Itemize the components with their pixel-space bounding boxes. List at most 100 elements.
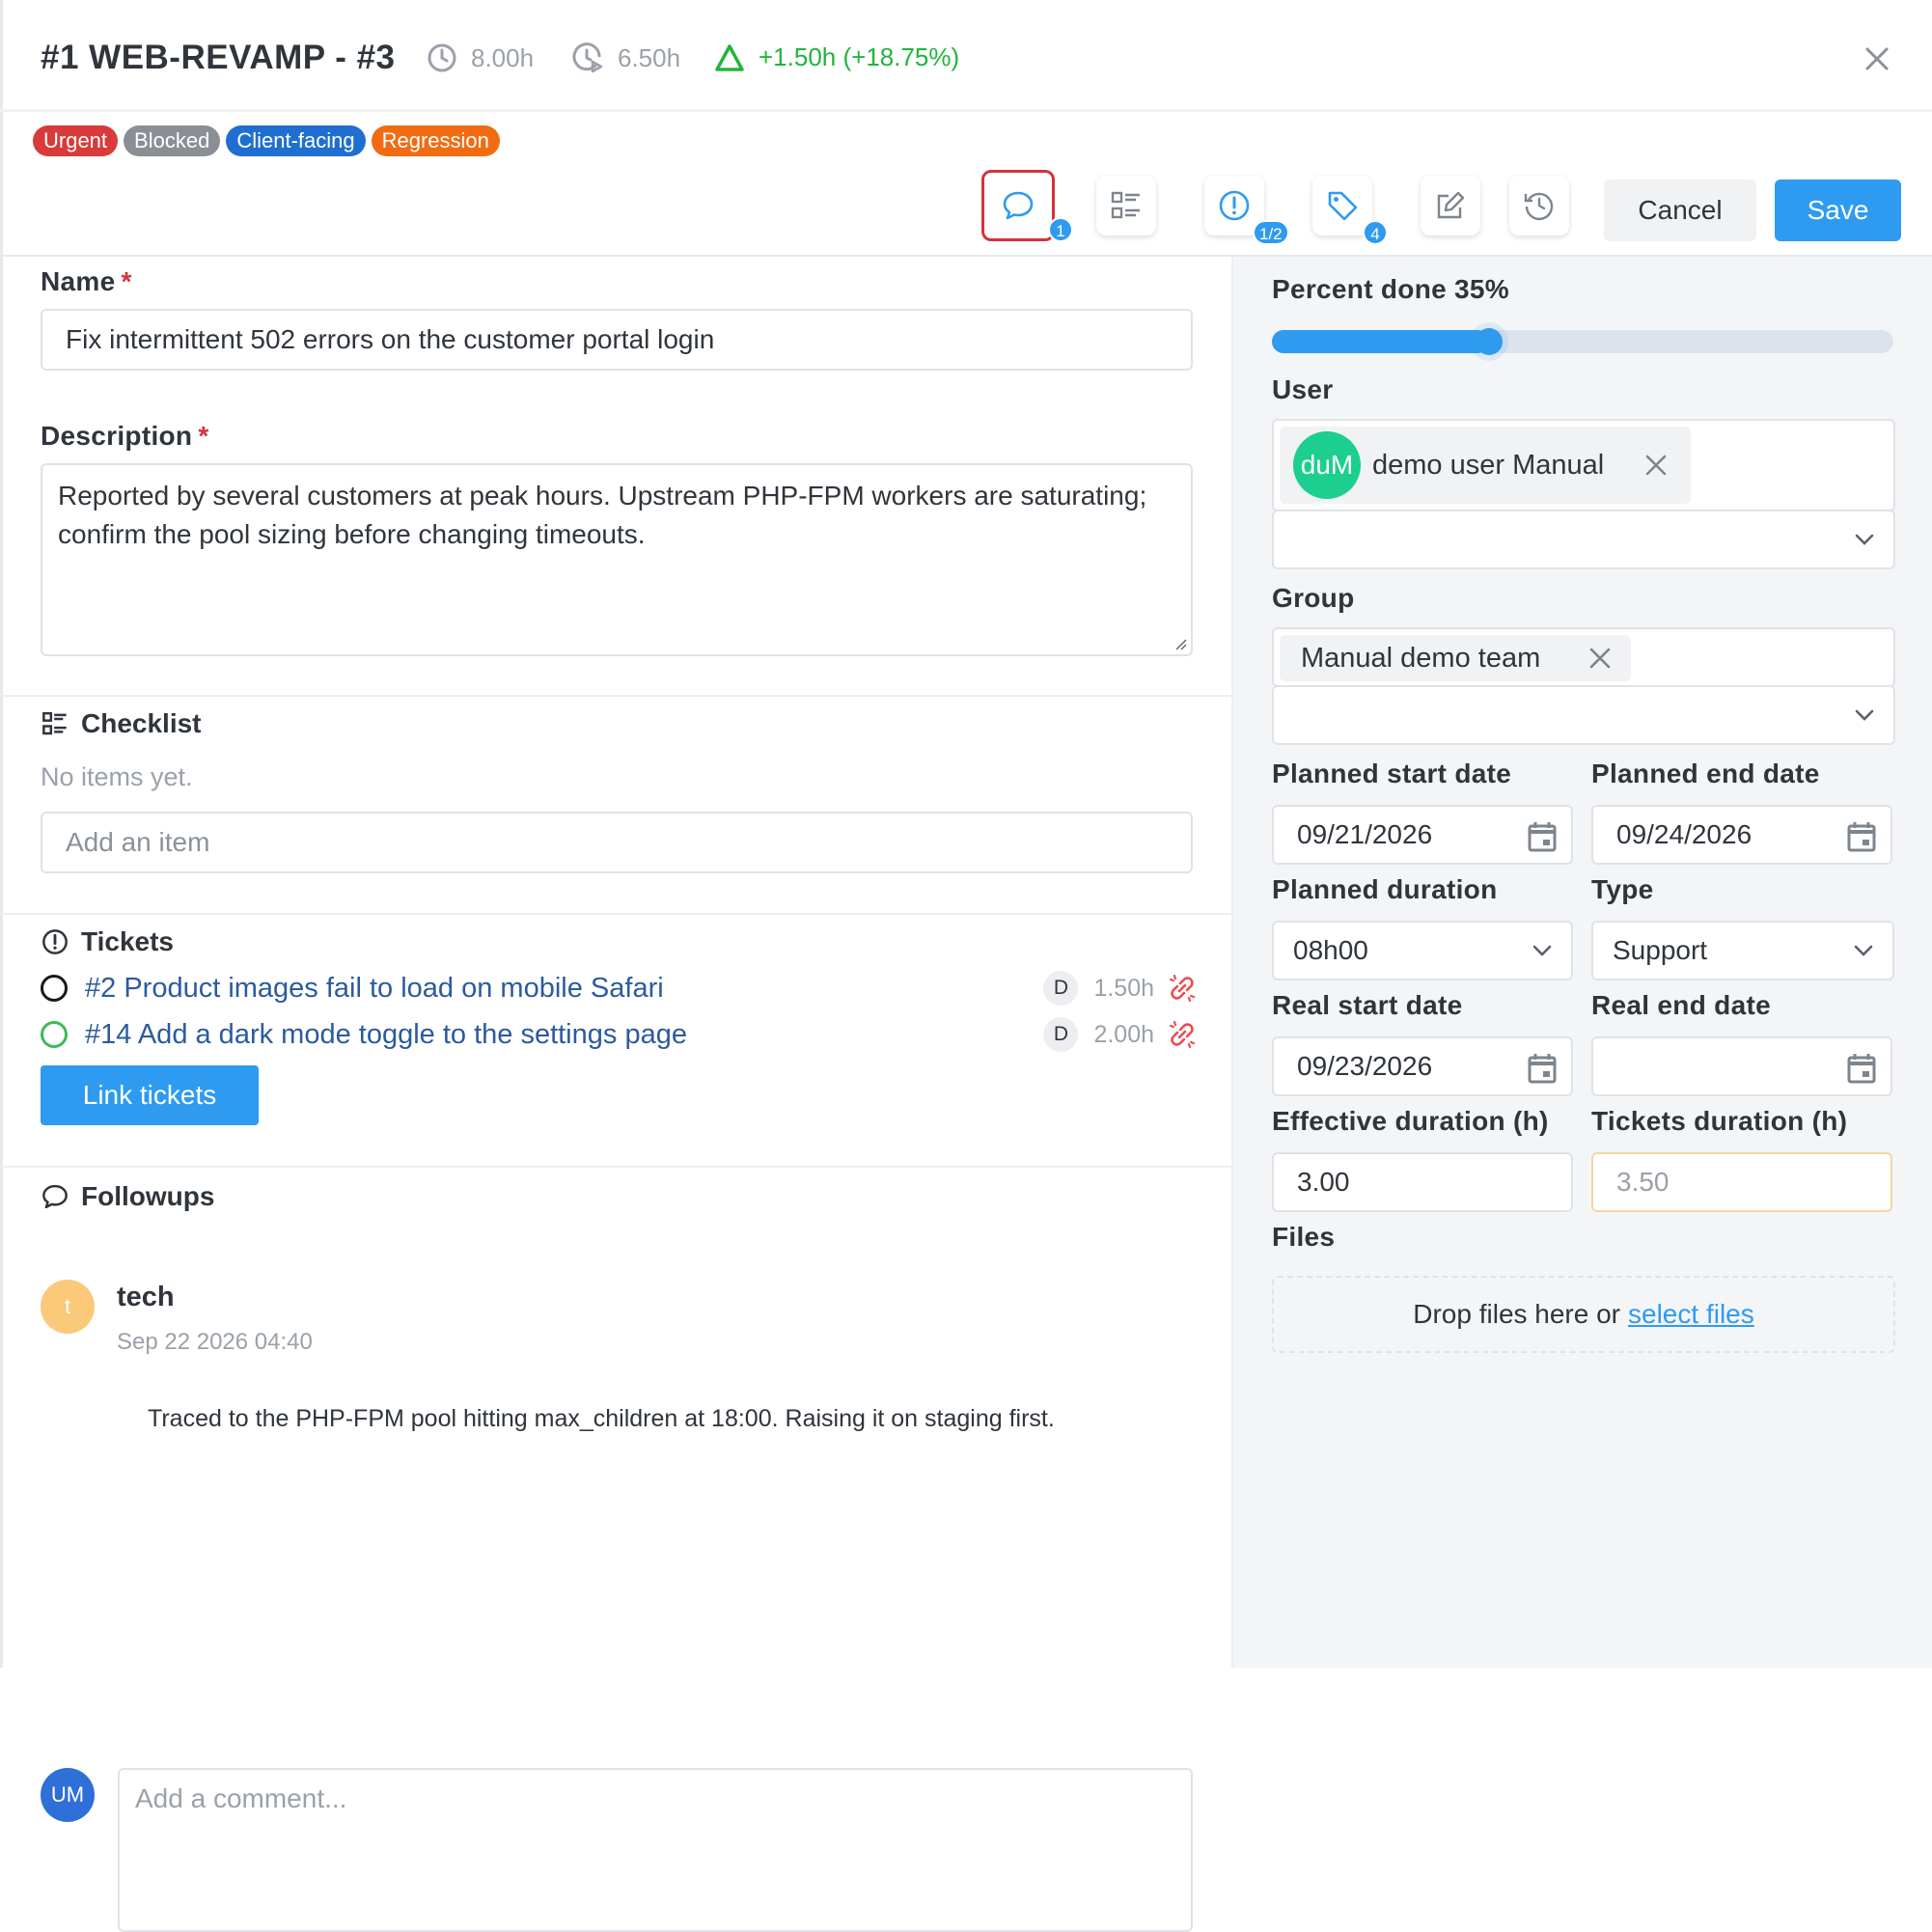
unlink-icon[interactable] [1166,1018,1199,1051]
user-avatar: duM [1293,431,1361,499]
comment-input[interactable]: Add a comment... [118,1768,1193,1932]
close-button[interactable] [1861,42,1893,75]
user-label: User [1272,374,1334,404]
tickets-duration-label: Tickets duration (h) [1591,1106,1848,1136]
tickets-heading: Tickets [41,923,174,961]
real-start-value: 09/23/2026 [1297,1051,1433,1081]
exclamation-circle-icon [42,929,68,954]
planned-start-date-input[interactable]: 09/21/2026 [1272,805,1573,865]
remove-group-icon[interactable] [1587,645,1614,672]
user-name: demo user Manual [1372,449,1605,481]
link-tickets-button[interactable]: Link tickets [41,1065,259,1125]
followups-toggle-button[interactable]: 1 [981,170,1073,242]
calendar-icon[interactable] [1527,1052,1558,1085]
tag-list: Urgent Blocked Client-facing Regression [33,125,500,156]
chevron-down-icon [1855,709,1874,721]
description-field[interactable]: Reported by several customers at peak ho… [41,463,1193,656]
save-button[interactable]: Save [1775,179,1901,241]
effective-duration-input[interactable]: 3.00 [1272,1152,1573,1212]
page-title: #1 WEB-REVAMP - #3 [41,39,396,76]
actual-stat: 6.50h [571,42,680,73]
planned-start-value: 09/21/2026 [1297,819,1433,849]
ticket-status-open-icon [41,975,68,1002]
difference-value: +1.50h (+18.75%) [759,42,960,71]
planned-start-label: Planned start date [1272,759,1512,788]
planned-duration-select[interactable]: 08h00 [1272,921,1573,980]
type-label: Type [1591,874,1654,904]
drop-text: Drop files here or [1413,1299,1621,1329]
checklist-empty-text: No items yet. [41,762,193,791]
edit-toggle-button[interactable] [1421,176,1480,235]
checklist-icon [1111,191,1140,219]
unlink-icon[interactable] [1166,972,1199,1005]
side-panel: Percent done 35% User duM demo user Manu… [1231,257,1932,1668]
group-label: Group [1272,583,1355,613]
ticket-link[interactable]: #2 Product images fail to load on mobile… [85,973,1043,1005]
main-form: Name * Fix intermittent 502 errors on the… [0,257,1231,1932]
resize-grip-icon[interactable] [1173,637,1187,650]
user-dropdown[interactable] [1272,510,1895,569]
chevron-down-icon [1854,945,1873,956]
triangle-up-icon [715,43,744,71]
tickets-toggle-button[interactable]: 1/2 [1204,176,1289,245]
history-toggle-button[interactable] [1509,176,1569,235]
action-toolbar: 1 1/2 4 Cancel Save [0,170,1932,257]
type-select[interactable]: Support [1591,921,1894,980]
modal-header: #1 WEB-REVAMP - #3 8.00h 6.50h +1.50h (+… [0,0,1932,112]
current-user-avatar: UM [41,1768,95,1822]
clock-play-icon [572,42,603,73]
actual-value: 6.50h [618,42,681,72]
calendar-icon[interactable] [1846,820,1877,853]
ticket-link[interactable]: #14 Add a dark mode toggle to the settin… [85,1019,1043,1051]
slider-thumb[interactable] [1476,328,1504,355]
user-chip: duM demo user Manual [1280,427,1691,504]
planned-end-date-input[interactable]: 09/24/2026 [1591,805,1892,865]
tag-regression[interactable]: Regression [371,125,500,156]
tags-count-badge: 4 [1363,220,1388,245]
tickets-duration-readonly: 3.50 [1591,1152,1892,1212]
assignee-chip: D [1043,1017,1079,1052]
ticket-status-new-icon [41,1021,68,1048]
percent-done-slider[interactable] [1272,328,1893,355]
edit-icon [1437,191,1465,219]
tag-blocked[interactable]: Blocked [124,125,221,156]
calendar-icon[interactable] [1527,820,1558,853]
name-field[interactable]: Fix intermittent 502 errors on the custo… [41,309,1193,371]
group-dropdown[interactable] [1272,685,1895,745]
estimate-value: 8.00h [471,42,535,72]
assignee-chip: D [1043,971,1079,1006]
tag-urgent[interactable]: Urgent [33,125,119,156]
effective-duration-value: 3.00 [1297,1167,1350,1197]
section-divider [0,913,1231,915]
history-icon [1524,192,1554,221]
real-end-date-input[interactable] [1591,1036,1892,1096]
remove-user-icon[interactable] [1642,452,1670,479]
ticket-hours: 1.50h [1093,974,1154,1002]
ticket-row: #2 Product images fail to load on mobile… [41,969,1199,1007]
estimate-stat: 8.00h [427,42,534,73]
tag-client-facing[interactable]: Client-facing [226,125,366,156]
file-dropzone[interactable]: Drop files here or select files [1272,1276,1895,1353]
select-files-link[interactable]: select files [1628,1299,1754,1330]
exclamation-circle-icon [1219,190,1250,221]
ticket-row: #14 Add a dark mode toggle to the settin… [41,1015,1199,1054]
group-chip: Manual demo team [1280,635,1631,681]
ticket-hours: 2.00h [1093,1020,1154,1048]
comment-icon [1003,191,1034,220]
checklist-toggle-button[interactable] [1096,176,1156,235]
clock-icon [428,43,456,72]
real-end-label: Real end date [1591,990,1771,1020]
followups-count-badge: 1 [1048,217,1073,242]
checklist-add-input[interactable]: Add an item [41,812,1193,873]
real-start-label: Real start date [1272,990,1463,1020]
tickets-duration-value: 3.50 [1616,1167,1670,1197]
tags-toggle-button[interactable]: 4 [1312,176,1388,245]
slider-fill [1272,330,1490,353]
chevron-down-icon [1532,945,1552,956]
real-start-date-input[interactable]: 09/23/2026 [1272,1036,1573,1096]
group-name: Manual demo team [1301,642,1541,674]
calendar-icon[interactable] [1846,1052,1877,1085]
cancel-button[interactable]: Cancel [1604,179,1756,241]
section-divider [0,1166,1231,1168]
description-text: Reported by several customers at peak ho… [58,481,1147,549]
